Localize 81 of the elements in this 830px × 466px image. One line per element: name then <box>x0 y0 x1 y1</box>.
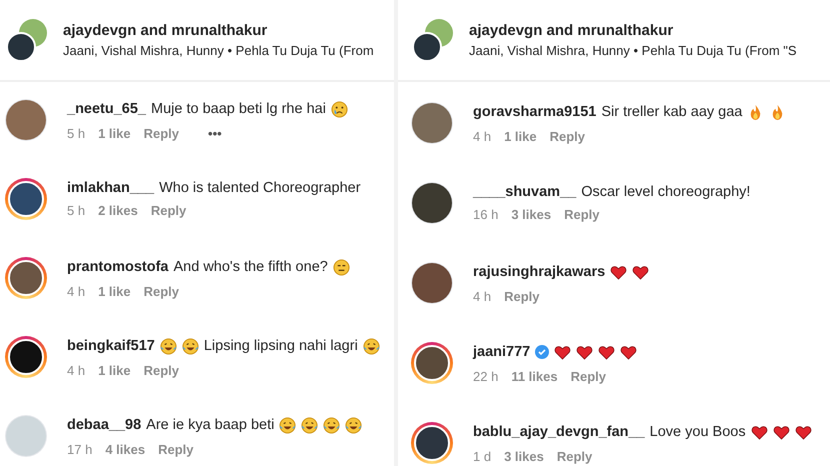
avatar[interactable] <box>411 182 453 224</box>
like-count[interactable]: 1 like <box>98 284 131 298</box>
story-ring-avatar[interactable] <box>411 342 453 384</box>
laughing-face-icon <box>301 416 318 434</box>
heart-icon <box>576 344 594 360</box>
reply-link[interactable]: Reply <box>550 130 586 142</box>
username[interactable]: goravsharma9151 <box>473 104 596 120</box>
timestamp: 17 h <box>67 442 92 456</box>
username[interactable]: rajusinghrajkawars <box>473 264 606 280</box>
comment-text: Oscar level choreography! <box>581 184 750 200</box>
avatar[interactable] <box>5 99 47 141</box>
avatar[interactable] <box>411 262 453 304</box>
timestamp: 5 h <box>67 126 86 140</box>
username[interactable]: debaa__98 <box>67 418 142 432</box>
comment-text: Are ie kya baap beti <box>146 418 274 432</box>
comment-text: Who is talented Choreographer <box>159 180 361 196</box>
timestamp: 22 h <box>473 370 498 382</box>
like-count[interactable]: 3 likes <box>504 450 544 462</box>
reply-link[interactable]: Reply <box>144 126 180 140</box>
like-count[interactable]: 1 like <box>98 364 131 376</box>
reply-link[interactable]: Reply <box>556 450 592 462</box>
comment-text: And who's the fifth one? <box>174 260 328 274</box>
audio-track[interactable]: Jaani, Vishal Mishra, Hunny • Pehla Tu Duja Tu (From "S <box>469 44 797 57</box>
reply-link[interactable]: Reply <box>564 208 600 222</box>
username[interactable]: _neetu_65_ <box>67 102 146 116</box>
reply-link[interactable]: Reply <box>504 290 540 302</box>
heart-icon <box>610 264 628 280</box>
stacked-avatars[interactable] <box>411 18 455 62</box>
username[interactable]: ____shuvam__ <box>473 184 576 200</box>
post-author[interactable]: ajaydevgn and mrunalthakur <box>63 23 374 38</box>
laughing-face-icon <box>279 416 296 434</box>
like-count[interactable]: 2 likes <box>98 204 138 218</box>
username[interactable]: bablu_ajay_devgn_fan__ <box>473 424 645 440</box>
reply-link[interactable]: Reply <box>158 442 194 456</box>
heart-icon <box>750 424 768 440</box>
heart-icon <box>772 424 790 440</box>
story-ring-avatar[interactable] <box>5 178 47 220</box>
story-ring-avatar[interactable] <box>5 336 47 378</box>
like-count[interactable]: 1 like <box>98 126 131 140</box>
timestamp: 5 h <box>67 204 86 218</box>
heart-icon <box>620 344 638 360</box>
like-count[interactable]: 11 likes <box>511 370 558 382</box>
avatar[interactable] <box>411 102 453 144</box>
more-options-button[interactable]: ••• <box>208 126 222 140</box>
username[interactable]: prantomostofa <box>67 260 168 274</box>
timestamp: 4 h <box>67 364 86 376</box>
like-count[interactable]: 3 likes <box>511 208 552 222</box>
story-ring-avatar[interactable] <box>411 422 453 464</box>
heart-icon <box>598 344 616 360</box>
like-count[interactable]: 1 like <box>504 130 537 142</box>
laughing-face-icon <box>345 416 362 434</box>
comment-text: Muje to baap beti lg rhe hai <box>151 102 326 116</box>
sad-face-icon <box>330 100 348 118</box>
timestamp: 16 h <box>473 208 498 222</box>
stacked-avatars[interactable] <box>5 18 49 62</box>
comment-text: Lipsing lipsing nahi lagri <box>204 338 358 354</box>
timestamp: 1 d <box>473 450 492 462</box>
username[interactable]: beingkaif517 <box>67 338 155 354</box>
heart-icon <box>632 264 650 280</box>
neutral-face-icon <box>332 258 350 276</box>
reply-link[interactable]: Reply <box>570 370 606 382</box>
timestamp: 4 h <box>473 290 492 302</box>
username[interactable]: jaani777 <box>473 344 530 360</box>
audio-track[interactable]: Jaani, Vishal Mishra, Hunny • Pehla Tu Duja Tu (From <box>63 44 374 57</box>
laughing-face-icon <box>160 338 177 354</box>
post-author[interactable]: ajaydevgn and mrunalthakur <box>469 23 797 38</box>
reply-link[interactable]: Reply <box>150 204 186 218</box>
like-count[interactable]: 4 likes <box>105 442 146 456</box>
username[interactable]: imlakhan___ <box>67 180 154 196</box>
heart-icon <box>794 424 812 440</box>
timestamp: 4 h <box>67 284 86 298</box>
laughing-face-icon <box>182 338 199 354</box>
comment-text: Sir treller kab aay gaa <box>601 104 742 120</box>
heart-icon <box>554 344 572 360</box>
reply-link[interactable]: Reply <box>144 364 180 376</box>
story-ring-avatar[interactable] <box>5 257 47 299</box>
laughing-face-icon <box>323 416 340 434</box>
comment-text: Love you Boos <box>650 424 746 440</box>
reply-link[interactable]: Reply <box>144 284 180 298</box>
timestamp: 4 h <box>473 130 492 142</box>
laughing-face-icon <box>362 338 380 354</box>
